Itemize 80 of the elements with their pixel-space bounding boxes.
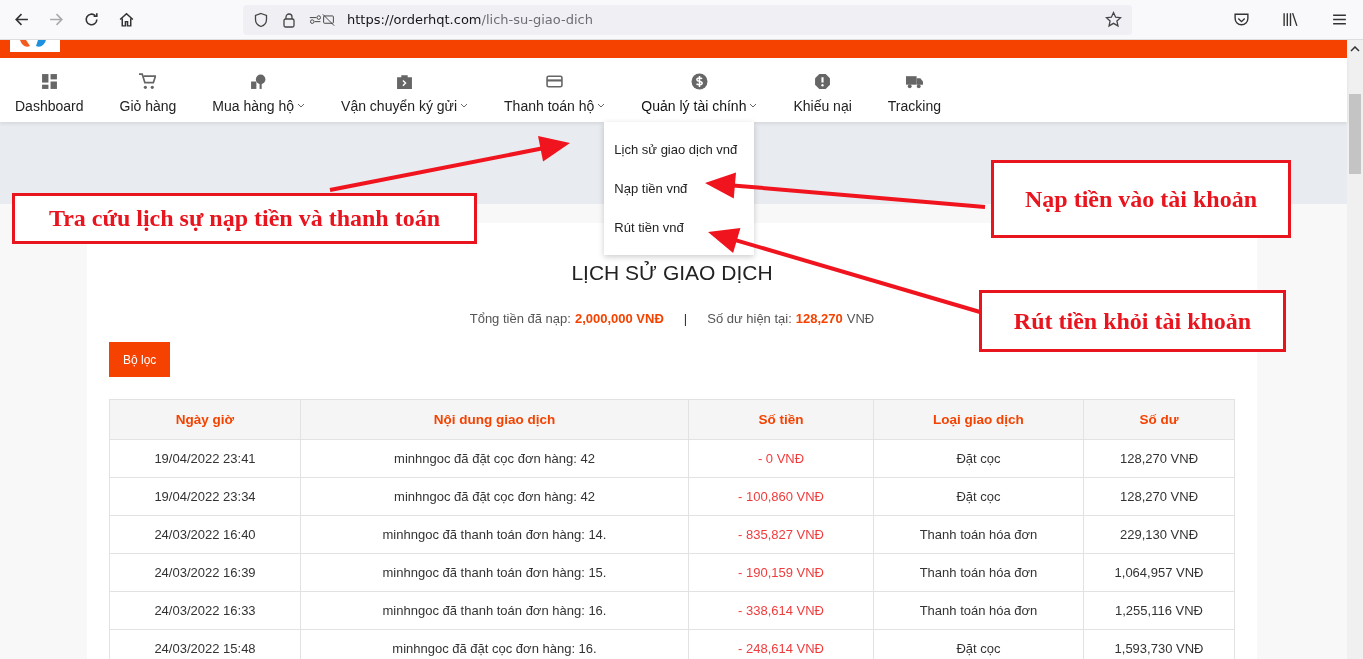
table-cell: - 338,614 VNĐ: [688, 591, 874, 630]
table-cell: Thanh toán hóa đơn: [873, 591, 1084, 630]
column-header: Ngày giờ: [109, 399, 301, 440]
summary-value: 2,000,000 VNĐ: [574, 311, 664, 326]
menu-item[interactable]: Rút tiền vnđ: [604, 208, 755, 247]
column-header: Số dư: [1083, 399, 1235, 440]
caret-icon: [749, 103, 758, 108]
filter-button[interactable]: Bộ lọc: [109, 342, 171, 377]
scrollbar-thumb[interactable]: [1349, 94, 1361, 174]
shopping-icon: [250, 73, 268, 90]
dollar-icon: [690, 73, 708, 90]
library-icon[interactable]: [1282, 11, 1299, 28]
column-header: Số tiền: [688, 399, 874, 440]
permissions-icon[interactable]: [309, 11, 335, 28]
page-title: LỊCH SỬ GIAO DỊCH: [570, 261, 774, 285]
caret-icon: [297, 103, 306, 108]
table-cell: 24/03/2022 16:33: [109, 591, 301, 630]
credit-card-icon: [546, 73, 564, 90]
nav-item[interactable]: Thanh toán hộ: [495, 58, 615, 122]
summary-label: Số dư hiện tại:: [707, 311, 792, 326]
table-cell: 19/04/2022 23:41: [109, 439, 301, 478]
back-icon[interactable]: [13, 11, 30, 28]
table-cell: minhngoc đã thanh toán đơn hàng: 16.: [300, 591, 689, 630]
table-cell: - 100,860 VNĐ: [688, 477, 874, 516]
scroll-up-icon[interactable]: [1350, 46, 1360, 52]
briefcase-icon: [396, 73, 414, 90]
pocket-icon[interactable]: [1233, 11, 1250, 28]
table-cell: minhngoc đã đặt cọc đơn hàng: 42: [300, 477, 689, 516]
caret-icon: [460, 103, 469, 108]
table-cell: 24/03/2022 16:39: [109, 553, 301, 592]
truck-icon: [905, 73, 923, 90]
table-cell: 1,064,957 VNĐ: [1083, 553, 1235, 592]
annotation-label: Rút tiền khỏi tài khoản: [979, 290, 1286, 352]
table-cell: - 190,159 VNĐ: [688, 553, 874, 592]
menu-item[interactable]: Nạp tiền vnđ: [604, 169, 755, 208]
nav-item[interactable]: Quản lý tài chính: [632, 58, 767, 122]
dashboard-icon: [40, 73, 58, 90]
summary-unit: VNĐ: [846, 311, 875, 326]
column-header: Nội dung giao dịch: [300, 399, 689, 440]
menu-item[interactable]: Lịch sử giao dịch vnđ: [604, 130, 755, 169]
table-cell: 1,255,116 VNĐ: [1083, 591, 1235, 630]
table-cell: - 835,827 VNĐ: [688, 515, 874, 554]
table-cell: 128,270 VNĐ: [1083, 439, 1235, 478]
column-header: Loại giao dịch: [873, 399, 1084, 440]
alert-icon: [814, 73, 832, 90]
address-bar[interactable]: https://orderhqt.com/lich-su-giao-dich: [243, 4, 1132, 35]
table-cell: 24/03/2022 16:40: [109, 515, 301, 554]
reload-icon[interactable]: [83, 11, 100, 28]
star-icon[interactable]: [1105, 11, 1122, 28]
table-cell: 229,130 VNĐ: [1083, 515, 1235, 554]
annotation-label: Tra cứu lịch sự nạp tiền và thanh toán: [12, 193, 477, 244]
cart-icon: [139, 73, 157, 90]
nav-item[interactable]: Dashboard: [6, 58, 93, 122]
table-cell: 19/04/2022 23:34: [109, 477, 301, 516]
summary-label: Tổng tiền đã nạp:: [469, 311, 571, 326]
table-cell: Thanh toán hóa đơn: [873, 515, 1084, 554]
table-cell: minhngoc đã đặt cọc đơn hàng: 42: [300, 439, 689, 478]
table-cell: minhngoc đã thanh toán đơn hàng: 15.: [300, 553, 689, 592]
nav-item[interactable]: Khiếu nại: [784, 58, 861, 122]
table-cell: Đặt cọc: [873, 439, 1084, 478]
table-cell: - 0 VNĐ: [688, 439, 874, 478]
table-cell: Thanh toán hóa đơn: [873, 553, 1084, 592]
nav-item[interactable]: Mua hàng hộ: [203, 58, 315, 122]
nav-item[interactable]: Giỏ hàng: [110, 58, 186, 122]
nav-item[interactable]: Tracking: [878, 58, 950, 122]
table-cell: 128,270 VNĐ: [1083, 477, 1235, 516]
nav-item[interactable]: Vận chuyển ký gửi: [332, 58, 478, 122]
scrollbar[interactable]: [1347, 40, 1363, 659]
logo-icon[interactable]: [10, 40, 60, 52]
table-cell: 24/03/2022 15:48: [109, 629, 301, 659]
annotation-label: Nạp tiền vào tài khoản: [991, 160, 1291, 238]
lock-icon[interactable]: [281, 11, 297, 28]
url-text[interactable]: https://orderhqt.com/lich-su-giao-dich: [347, 12, 593, 27]
table-cell: minhngoc đã thanh toán đơn hàng: 14.: [300, 515, 689, 554]
caret-icon: [597, 103, 606, 108]
shield-icon[interactable]: [253, 11, 269, 28]
table-cell: Đặt cọc: [873, 477, 1084, 516]
summary-value: 128,270: [795, 311, 843, 326]
home-icon[interactable]: [118, 11, 135, 28]
separator: |: [683, 311, 688, 326]
